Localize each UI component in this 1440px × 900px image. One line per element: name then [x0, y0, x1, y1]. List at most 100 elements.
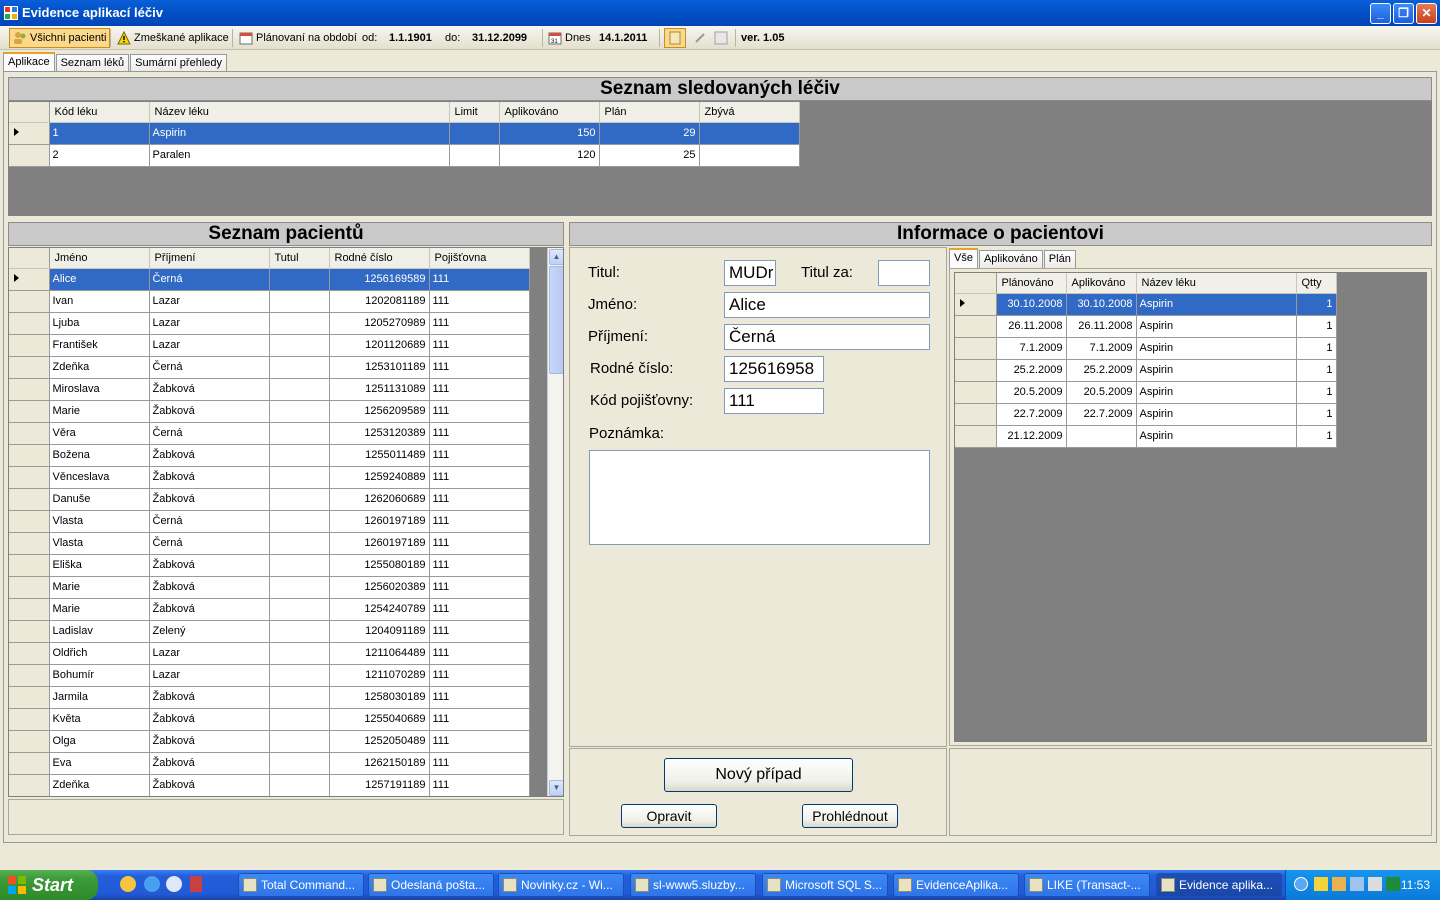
- patient-cell[interactable]: [269, 730, 330, 753]
- patient-cell[interactable]: 111: [429, 378, 530, 401]
- patient-cell[interactable]: 1205270989: [329, 312, 430, 335]
- application-cell[interactable]: 1: [1296, 425, 1337, 448]
- row-selector[interactable]: [955, 403, 997, 426]
- patient-cell[interactable]: 1252050489: [329, 730, 430, 753]
- kod-pojistovny-field[interactable]: 111: [724, 388, 824, 414]
- patient-cell[interactable]: Černá: [149, 510, 270, 533]
- patient-cell[interactable]: 1251131089: [329, 378, 430, 401]
- patient-cell[interactable]: [269, 686, 330, 709]
- row-selector[interactable]: [955, 425, 997, 448]
- drug-cell-name[interactable]: Paralen: [149, 144, 450, 167]
- prijmeni-field[interactable]: Černá: [724, 324, 930, 350]
- tab-sumarni-prehledy[interactable]: Sumární přehledy: [130, 54, 227, 72]
- taskbar-task[interactable]: LIKE (Transact-...: [1024, 873, 1150, 897]
- application-cell[interactable]: Aspirin: [1136, 315, 1297, 338]
- row-selector[interactable]: [9, 334, 50, 357]
- patient-cell[interactable]: Oldřich: [49, 642, 150, 665]
- from-date[interactable]: 1.1.1901: [386, 28, 435, 48]
- patient-row[interactable]: Zdeňka Žabková 1257191189 111: [9, 774, 530, 796]
- patient-cell[interactable]: 1256209589: [329, 400, 430, 423]
- patient-cell[interactable]: 1211064489: [329, 642, 430, 665]
- patient-cell[interactable]: Zelený: [149, 620, 270, 643]
- patient-cell[interactable]: 111: [429, 290, 530, 313]
- patient-cell[interactable]: 111: [429, 466, 530, 489]
- patient-cell[interactable]: [269, 642, 330, 665]
- scroll-down-button[interactable]: ▼: [549, 780, 563, 796]
- today-button[interactable]: 31 Dnes: [545, 28, 594, 48]
- rodne-cislo-field[interactable]: 125616958: [724, 356, 824, 382]
- row-selector[interactable]: [9, 488, 50, 511]
- patient-row[interactable]: Vlasta Černá 1260197189 111: [9, 532, 530, 555]
- row-selector[interactable]: [9, 422, 50, 445]
- patient-cell[interactable]: Bohumír: [49, 664, 150, 687]
- row-selector[interactable]: [9, 312, 50, 335]
- patient-cell[interactable]: [269, 554, 330, 577]
- patient-row[interactable]: Marie Žabková 1254240789 111: [9, 598, 530, 621]
- application-cell[interactable]: 1: [1296, 359, 1337, 382]
- patient-cell[interactable]: Marie: [49, 400, 150, 423]
- row-selector[interactable]: [9, 730, 50, 753]
- patient-row[interactable]: Jarmila Žabková 1258030189 111: [9, 686, 530, 709]
- application-row[interactable]: 7.1.2009 7.1.2009 Aspirin 1: [955, 337, 1337, 360]
- patient-row[interactable]: Věra Černá 1253120389 111: [9, 422, 530, 445]
- patient-cell[interactable]: 1202081189: [329, 290, 430, 313]
- patient-row[interactable]: Eva Žabková 1262150189 111: [9, 752, 530, 775]
- patient-cell[interactable]: 1259240889: [329, 466, 430, 489]
- network-icon[interactable]: [1350, 877, 1364, 891]
- patient-cell[interactable]: Ladislav: [49, 620, 150, 643]
- patient-cell[interactable]: Zdeňka: [49, 774, 150, 796]
- patient-row[interactable]: Miroslava Žabková 1251131089 111: [9, 378, 530, 401]
- patient-cell[interactable]: 111: [429, 312, 530, 335]
- patient-cell[interactable]: Lazar: [149, 334, 270, 357]
- row-selector[interactable]: [9, 378, 50, 401]
- patient-cell[interactable]: Černá: [149, 268, 270, 291]
- patient-cell[interactable]: 111: [429, 774, 530, 796]
- drugs-col-header[interactable]: Kód léku: [49, 102, 150, 123]
- drug-cell-plan[interactable]: 29: [599, 122, 700, 145]
- patient-row[interactable]: Ljuba Lazar 1205270989 111: [9, 312, 530, 335]
- patient-cell[interactable]: [269, 576, 330, 599]
- patient-row[interactable]: Olga Žabková 1252050489 111: [9, 730, 530, 753]
- patients-col-header[interactable]: Příjmení: [149, 248, 270, 269]
- patient-cell[interactable]: Žabková: [149, 598, 270, 621]
- patient-cell[interactable]: [269, 268, 330, 291]
- patient-cell[interactable]: Ivan: [49, 290, 150, 313]
- application-cell[interactable]: 22.7.2009: [996, 403, 1067, 426]
- patient-cell[interactable]: [269, 444, 330, 467]
- patient-cell[interactable]: Žabková: [149, 686, 270, 709]
- missed-applications-button[interactable]: Zmeškané aplikace: [114, 28, 232, 48]
- taskbar-task[interactable]: Total Command...: [238, 873, 364, 897]
- drugs-col-header[interactable]: Plán: [599, 102, 700, 123]
- application-cell[interactable]: 25.2.2009: [996, 359, 1067, 382]
- application-cell[interactable]: 20.5.2009: [996, 381, 1067, 404]
- application-cell[interactable]: Aspirin: [1136, 337, 1297, 360]
- drug-cell-name[interactable]: Aspirin: [149, 122, 450, 145]
- grid-button[interactable]: [711, 28, 731, 48]
- patient-cell[interactable]: Lazar: [149, 664, 270, 687]
- patient-cell[interactable]: Danuše: [49, 488, 150, 511]
- patient-cell[interactable]: 1255040689: [329, 708, 430, 731]
- row-selector[interactable]: [9, 268, 50, 291]
- title-bar[interactable]: Evidence aplikací léčiv _ ❐ ✕: [0, 0, 1440, 26]
- patient-cell[interactable]: 111: [429, 268, 530, 291]
- patient-row[interactable]: Ivan Lazar 1202081189 111: [9, 290, 530, 313]
- drugs-col-header[interactable]: Zbývá: [699, 102, 800, 123]
- patient-row[interactable]: Alice Černá 1256169589 111: [9, 268, 530, 291]
- taskbar-task[interactable]: Novinky.cz - Wi...: [498, 873, 624, 897]
- planned-period-button[interactable]: Plánovaní na období: [236, 28, 360, 48]
- patients-col-header[interactable]: Pojišťovna: [429, 248, 530, 269]
- application-cell[interactable]: 1: [1296, 403, 1337, 426]
- application-cell[interactable]: 22.7.2009: [1066, 403, 1137, 426]
- patients-col-header[interactable]: Jméno: [49, 248, 150, 269]
- patient-cell[interactable]: 1201120689: [329, 334, 430, 357]
- patient-cell[interactable]: 1256169589: [329, 268, 430, 291]
- patient-cell[interactable]: Žabková: [149, 554, 270, 577]
- patient-cell[interactable]: 1255080189: [329, 554, 430, 577]
- patient-cell[interactable]: 111: [429, 444, 530, 467]
- patient-cell[interactable]: Eliška: [49, 554, 150, 577]
- patient-cell[interactable]: [269, 510, 330, 533]
- application-row[interactable]: 26.11.2008 26.11.2008 Aspirin 1: [955, 315, 1337, 338]
- application-cell[interactable]: 20.5.2009: [1066, 381, 1137, 404]
- patient-cell[interactable]: 111: [429, 598, 530, 621]
- row-selector[interactable]: [955, 381, 997, 404]
